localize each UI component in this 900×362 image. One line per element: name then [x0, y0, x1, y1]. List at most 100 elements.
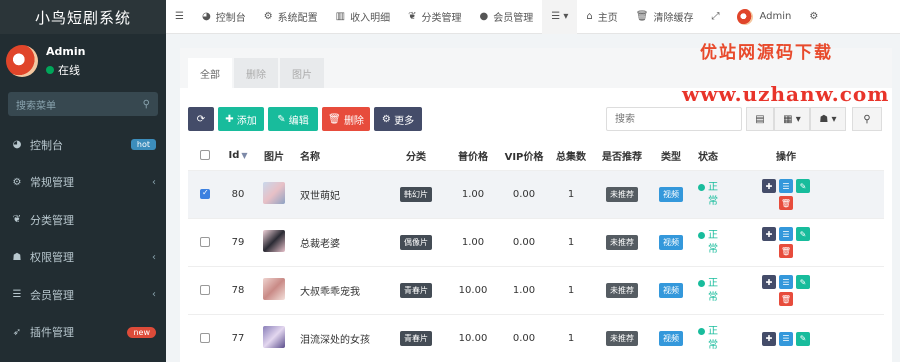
edit-row-button[interactable]: ✎: [796, 275, 810, 289]
recommend-label[interactable]: 未推荐: [606, 187, 638, 202]
row-checkbox[interactable]: [200, 188, 210, 199]
sidebar-search-input[interactable]: 搜索菜单 ⚲: [8, 92, 158, 116]
tab-all[interactable]: 全部: [188, 58, 232, 88]
sidebar-item-plugins[interactable]: ➶ 插件管理 new: [0, 314, 166, 352]
settings-button[interactable]: ⚙: [800, 0, 827, 34]
recommend-label[interactable]: 未推荐: [606, 235, 638, 250]
row-id: 79: [231, 237, 245, 248]
fullscreen-button[interactable]: ⤢: [702, 0, 728, 34]
table-search-input[interactable]: [606, 107, 742, 131]
add-child-button[interactable]: ✚: [762, 275, 776, 289]
sidebar-item-auth[interactable]: ☗ 权限管理 ‹: [0, 239, 166, 277]
type-label[interactable]: 视频: [659, 235, 683, 250]
add-child-button[interactable]: ✚: [762, 331, 776, 346]
export-dropdown[interactable]: ☗ ▾: [810, 107, 846, 131]
home-link[interactable]: ⌂ 主页: [577, 0, 626, 34]
grid-icon: ▦ ▾: [783, 113, 801, 125]
list-icon: ☰: [12, 289, 22, 301]
clear-cache-button[interactable]: 🗑 清除缓存: [627, 0, 703, 34]
row-price: 1.00: [461, 189, 485, 200]
sidebar-item-category[interactable]: ❦ 分类管理: [0, 201, 166, 239]
detail-button[interactable]: ☰: [779, 331, 793, 346]
more-button[interactable]: ⚙ 更多: [374, 107, 422, 131]
row-id: 77: [231, 333, 245, 344]
tab-deleted[interactable]: 删除: [234, 58, 278, 88]
delete-row-button[interactable]: 🗑: [779, 292, 793, 306]
type-label[interactable]: 视频: [659, 187, 683, 202]
category-label[interactable]: 偶像片: [400, 235, 432, 250]
row-name: 总裁老婆: [300, 239, 340, 250]
tab-system-config[interactable]: ⚙ 系统配置: [255, 0, 327, 34]
sidebar-item-dashboard[interactable]: ◕ 控制台 hot: [0, 126, 166, 164]
bar-chart-icon: ▥: [335, 11, 346, 22]
edit-button[interactable]: ✎ 编辑: [268, 107, 318, 131]
tab-income[interactable]: ▥ 收入明细: [327, 0, 399, 34]
type-label[interactable]: 视频: [659, 283, 683, 298]
tab-dashboard[interactable]: ◕ 控制台: [193, 0, 255, 34]
chevron-left-icon: ‹: [152, 289, 156, 301]
category-label[interactable]: 青春片: [400, 283, 432, 298]
type-label[interactable]: 视频: [659, 331, 683, 346]
edit-row-button[interactable]: ✎: [796, 227, 810, 241]
edit-row-button[interactable]: ✎: [796, 179, 810, 193]
tab-images[interactable]: 图片: [280, 58, 324, 88]
table-row[interactable]: 80 双世萌妃 韩幻片 1.00 0.00 1 未推荐 视频 正常 ✚ ☰ ✎ …: [188, 171, 884, 219]
table-row[interactable]: 79 总裁老婆 偶像片 1.00 0.00 1 未推荐 视频 正常 ✚ ☰ ✎ …: [188, 219, 884, 267]
list-icon: ☰: [782, 229, 790, 239]
refresh-icon: ⟳: [196, 113, 206, 125]
plus-icon: ✚: [765, 277, 773, 287]
delete-row-button[interactable]: 🗑: [779, 244, 793, 258]
table-header: Id ▼ 图片 名称 分类 普价格 VIP价格 总集数 是否推荐 类型 状态 操作: [188, 141, 884, 171]
header-image: 图片: [264, 152, 284, 163]
brand-title[interactable]: 小鸟短剧系统: [0, 0, 166, 34]
thumbnail-image[interactable]: [263, 278, 285, 300]
rocket-icon: ➶: [12, 326, 22, 338]
pencil-icon: ✎: [799, 334, 807, 343]
row-checkbox[interactable]: [200, 237, 210, 247]
row-checkbox[interactable]: [200, 285, 210, 295]
advanced-search-button[interactable]: ⚲: [852, 107, 882, 131]
add-child-button[interactable]: ✚: [762, 227, 776, 241]
tab-category[interactable]: ❦ 分类管理: [399, 0, 470, 34]
sidebar-item-general[interactable]: ⚙ 常规管理 ‹: [0, 164, 166, 202]
edit-row-button[interactable]: ✎: [796, 331, 810, 346]
sidebar-toggle-button[interactable]: ☰: [166, 0, 193, 34]
search-icon[interactable]: ⚲: [143, 99, 150, 110]
row-id: 78: [231, 285, 245, 296]
plus-icon: ✚: [765, 229, 773, 239]
detail-button[interactable]: ☰: [779, 275, 793, 289]
tab-label: 系统配置: [277, 13, 318, 24]
row-name: 双世萌妃: [300, 191, 340, 202]
category-label[interactable]: 青春片: [400, 331, 432, 346]
add-button[interactable]: ✚ 添加: [218, 107, 264, 131]
recommend-label[interactable]: 未推荐: [606, 283, 638, 298]
thumbnail-image[interactable]: [263, 182, 285, 204]
refresh-button[interactable]: ⟳: [188, 107, 214, 131]
sidebar: 小鸟短剧系统 Admin 在线 搜索菜单 ⚲ ◕ 控制台 hot ⚙ 常规管理 …: [0, 0, 166, 362]
user-menu[interactable]: Admin: [728, 0, 800, 34]
header-id[interactable]: Id ▼: [222, 150, 254, 161]
table-row[interactable]: 77 泪流深处的女孩 青春片 10.00 0.00 1 未推荐 视频 正常 ✚ …: [188, 315, 884, 362]
thumbnail-image[interactable]: [263, 326, 285, 348]
table-row[interactable]: 78 大叔乖乖宠我 青春片 10.00 1.00 1 未推荐 视频 正常 ✚ ☰…: [188, 267, 884, 315]
search-icon: ⚲: [863, 113, 871, 125]
tabs-dropdown-button[interactable]: ☰ ▾: [542, 0, 578, 34]
row-checkbox[interactable]: [200, 333, 210, 343]
gears-icon: ⚙: [12, 176, 22, 188]
status-badge: 正常: [698, 181, 742, 209]
recommend-label[interactable]: 未推荐: [606, 331, 638, 346]
select-all-checkbox[interactable]: [200, 150, 210, 160]
columns-toggle-button[interactable]: ▤: [746, 107, 774, 131]
tab-members[interactable]: ● 会员管理: [471, 0, 543, 34]
view-mode-dropdown[interactable]: ▦ ▾: [774, 107, 810, 131]
category-label[interactable]: 韩幻片: [400, 187, 432, 202]
delete-button[interactable]: 🗑 删除: [322, 107, 370, 131]
delete-row-button[interactable]: 🗑: [779, 196, 793, 210]
toolbar: ⟳ ✚ 添加 ✎ 编辑 🗑 删除 ⚙ 更多 ▤ ▦ ▾ ☗ ▾ ⚲: [188, 107, 884, 133]
detail-button[interactable]: ☰: [779, 179, 793, 193]
thumbnail-image[interactable]: [263, 230, 285, 252]
sidebar-item-members[interactable]: ☰ 会员管理 ‹: [0, 276, 166, 314]
pencil-icon: ✎: [277, 113, 286, 125]
add-child-button[interactable]: ✚: [762, 179, 776, 193]
detail-button[interactable]: ☰: [779, 227, 793, 241]
